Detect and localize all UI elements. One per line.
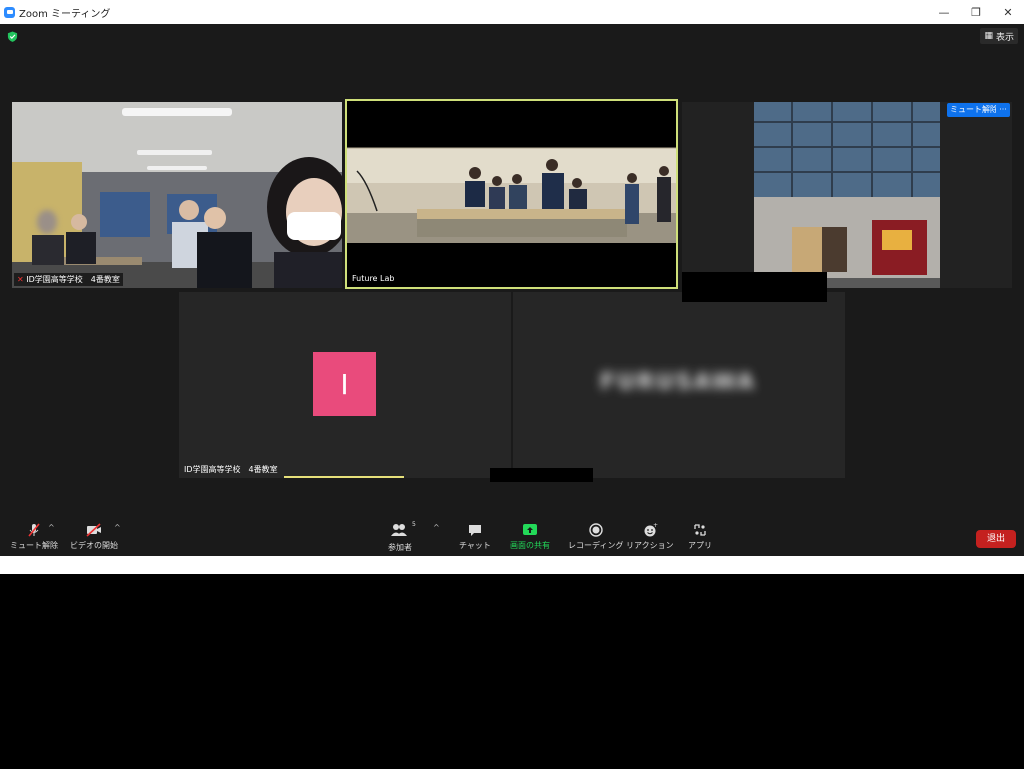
zoom-logo-icon [4,6,15,18]
share-screen-icon [523,524,537,535]
video-options-caret[interactable]: ^ [114,523,121,532]
unmute-request-button[interactable]: ミュート解除 [947,103,1001,117]
video-tile-building[interactable]: ミュート解除 ··· [682,102,1012,288]
building-video-image [682,102,1012,288]
future-lab-video-image [347,101,676,287]
participant-name-tag: ✕ ID学園高等学校 4番教室 [14,273,123,286]
start-video-button[interactable]: ビデオの開始 [70,522,118,551]
classroom-video-image [12,102,342,288]
participant-name-tag: Future Lab [352,274,395,283]
restore-icon[interactable]: ❐ [960,0,992,24]
more-options-button[interactable]: ··· [996,103,1010,117]
video-tile-future-lab[interactable]: Future Lab [345,99,678,289]
reaction-smiley-icon: + [644,522,658,537]
participant-blurred-name: FURUSAWA [600,370,756,395]
active-speaker-indicator [284,476,404,478]
window-title: Zoom ミーティング [19,8,111,20]
mute-options-caret[interactable]: ^ [48,523,55,532]
redaction-bar [490,468,593,482]
chat-button[interactable]: チャット [459,522,491,551]
zoom-window: Zoom ミーティング — ❐ ✕ ▦ 表示 ✕ ID学園高等学校 4番教室 F… [0,0,1024,574]
share-screen-button[interactable]: 画面の共有 [510,522,550,551]
participants-button[interactable]: 5 参加者 [388,521,416,553]
video-tile-avatar[interactable]: I ID学園高等学校 4番教室 [179,292,511,478]
mic-muted-icon [28,523,40,537]
view-button[interactable]: ▦ 表示 [980,28,1018,44]
security-shield-icon[interactable] [7,31,18,42]
participants-icon [391,524,407,536]
participant-name-tag: ID学園高等学校 4番教室 [184,465,278,474]
video-off-icon [86,523,101,537]
meeting-toolbar: ミュート解除 ^ ビデオの開始 ^ 5 参加者 ^ チャット 画面の共有 レコー… [0,518,1024,556]
svg-text:+: + [653,522,658,529]
participant-avatar: I [313,352,376,416]
minimize-icon[interactable]: — [928,0,960,24]
mic-muted-icon: ✕ [17,275,24,284]
apps-button[interactable]: アプリ [688,522,712,551]
window-controls: — ❐ ✕ [928,0,1024,24]
participants-count: 5 [412,521,416,528]
redaction-bar [682,272,827,302]
record-button[interactable]: レコーディング [568,522,623,551]
meeting-area: ▦ 表示 ✕ ID学園高等学校 4番教室 Future Lab ミュート解除 ·… [0,24,1024,556]
view-label: 表示 [995,32,1014,43]
leave-meeting-button[interactable]: 退出 [976,530,1016,548]
video-tile-blurred[interactable]: FURUSAWA [513,292,845,478]
apps-icon [694,524,706,536]
title-bar: Zoom ミーティング — ❐ ✕ [0,0,1024,24]
reactions-button[interactable]: + リアクション [626,522,674,551]
close-icon[interactable]: ✕ [992,0,1024,24]
video-tile-classroom[interactable]: ✕ ID学園高等学校 4番教室 [12,102,342,288]
participants-options-caret[interactable]: ^ [433,523,440,532]
grid-icon: ▦ [984,31,993,41]
bottom-white-strip [0,556,1024,574]
chat-icon [468,525,481,536]
record-icon [589,523,603,537]
